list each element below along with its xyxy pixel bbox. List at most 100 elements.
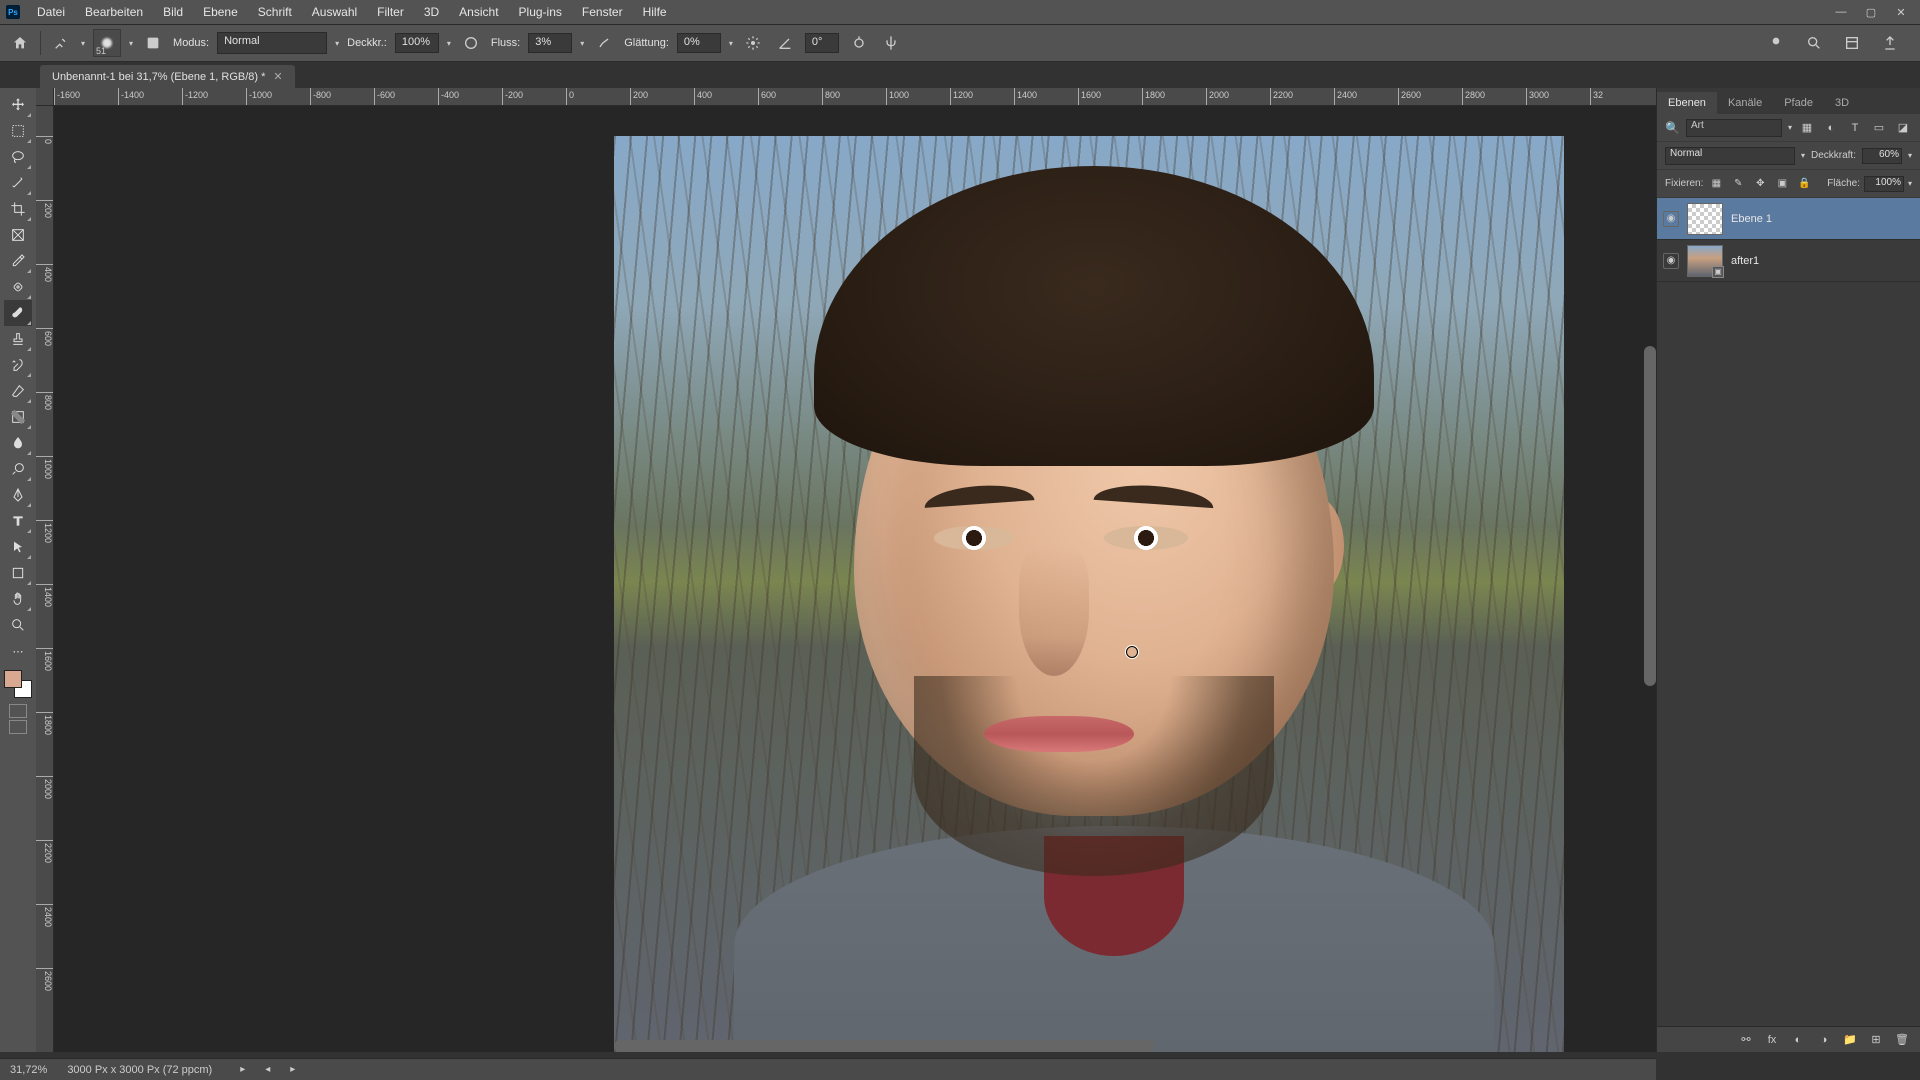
layer-name[interactable]: after1: [1731, 255, 1914, 267]
menu-window[interactable]: Fenster: [573, 2, 632, 22]
lock-pixels-icon[interactable]: ✎: [1729, 176, 1747, 192]
layer-mask-icon[interactable]: ◐: [1790, 1032, 1806, 1048]
menu-edit[interactable]: Bearbeiten: [76, 2, 152, 22]
eraser-tool[interactable]: [4, 378, 32, 404]
chevron-down-icon[interactable]: ▾: [1908, 179, 1912, 188]
menu-plugins[interactable]: Plug-ins: [510, 2, 571, 22]
menu-3d[interactable]: 3D: [415, 2, 448, 22]
share-icon[interactable]: [1878, 31, 1902, 55]
adjustment-layer-icon[interactable]: ◑: [1816, 1032, 1832, 1048]
status-nav-left-icon[interactable]: ◂: [265, 1064, 270, 1075]
move-tool[interactable]: [4, 92, 32, 118]
chevron-down-icon[interactable]: ▾: [580, 39, 584, 48]
dodge-tool[interactable]: [4, 456, 32, 482]
filter-smart-icon[interactable]: ◪: [1894, 119, 1912, 137]
search-icon[interactable]: 🔍: [1665, 121, 1680, 135]
vertical-scrollbar[interactable]: [1644, 346, 1656, 686]
path-select-tool[interactable]: [4, 534, 32, 560]
ruler-origin[interactable]: [36, 88, 54, 106]
shape-tool[interactable]: [4, 560, 32, 586]
blend-mode-select[interactable]: Normal: [1665, 147, 1795, 165]
close-button[interactable]: ✕: [1888, 3, 1914, 21]
tab-channels[interactable]: Kanäle: [1717, 92, 1773, 114]
layer-group-icon[interactable]: 📁: [1842, 1032, 1858, 1048]
tab-layers[interactable]: Ebenen: [1657, 92, 1717, 114]
lock-artboard-icon[interactable]: ▣: [1773, 176, 1791, 192]
visibility-toggle-icon[interactable]: ◉: [1663, 253, 1679, 269]
brush-preview[interactable]: 51: [93, 29, 121, 57]
lock-position-icon[interactable]: ✥: [1751, 176, 1769, 192]
blur-tool[interactable]: [4, 430, 32, 456]
link-layers-icon[interactable]: ⚯: [1738, 1032, 1754, 1048]
workspace-icon[interactable]: [1840, 31, 1864, 55]
gradient-tool[interactable]: [4, 404, 32, 430]
delete-layer-icon[interactable]: 🗑: [1894, 1032, 1910, 1048]
color-swatches[interactable]: [4, 670, 32, 698]
layer-row[interactable]: ◉ Ebene 1: [1657, 198, 1920, 240]
opacity-input[interactable]: 100%: [395, 33, 439, 53]
layer-filter-input[interactable]: Art: [1686, 119, 1782, 137]
marquee-tool[interactable]: [4, 118, 32, 144]
zoom-tool[interactable]: [4, 612, 32, 638]
menu-view[interactable]: Ansicht: [450, 2, 507, 22]
pressure-size-icon[interactable]: [847, 31, 871, 55]
chevron-down-icon[interactable]: ▾: [447, 39, 451, 48]
filter-adjust-icon[interactable]: ◐: [1822, 119, 1840, 137]
maximize-button[interactable]: ▢: [1858, 3, 1884, 21]
layer-thumbnail[interactable]: [1687, 203, 1723, 235]
crop-tool[interactable]: [4, 196, 32, 222]
search-icon[interactable]: [1802, 31, 1826, 55]
type-tool[interactable]: [4, 508, 32, 534]
stamp-tool[interactable]: [4, 326, 32, 352]
menu-select[interactable]: Auswahl: [303, 2, 366, 22]
zoom-level[interactable]: 31,72%: [10, 1064, 47, 1076]
status-flyout-icon[interactable]: ▸: [240, 1064, 245, 1075]
menu-image[interactable]: Bild: [154, 2, 192, 22]
visibility-toggle-icon[interactable]: ◉: [1663, 211, 1679, 227]
foreground-color-swatch[interactable]: [4, 670, 22, 688]
document-tab[interactable]: Unbenannt-1 bei 31,7% (Ebene 1, RGB/8) *…: [40, 65, 295, 88]
lasso-tool[interactable]: [4, 144, 32, 170]
healing-tool[interactable]: [4, 274, 32, 300]
symmetry-icon[interactable]: [879, 31, 903, 55]
canvas[interactable]: [54, 106, 1656, 1052]
brush-tool[interactable]: [4, 300, 32, 326]
horizontal-scrollbar[interactable]: [614, 1040, 1154, 1052]
flow-input[interactable]: 3%: [528, 33, 572, 53]
status-nav-right-icon[interactable]: ▸: [290, 1064, 295, 1075]
brush-panel-toggle-icon[interactable]: [141, 31, 165, 55]
layer-thumbnail[interactable]: ▣: [1687, 245, 1723, 277]
chevron-down-icon[interactable]: ▾: [129, 39, 133, 48]
tab-3d[interactable]: 3D: [1824, 92, 1860, 114]
filter-pixel-icon[interactable]: ▦: [1798, 119, 1816, 137]
menu-file[interactable]: Datei: [28, 2, 74, 22]
smoothing-input[interactable]: 0%: [677, 33, 721, 53]
chevron-down-icon[interactable]: ▾: [1788, 123, 1792, 132]
new-layer-icon[interactable]: ⊞: [1868, 1032, 1884, 1048]
filter-type-icon[interactable]: T: [1846, 119, 1864, 137]
menu-filter[interactable]: Filter: [368, 2, 413, 22]
menu-type[interactable]: Schrift: [249, 2, 301, 22]
minimize-button[interactable]: —: [1828, 3, 1854, 21]
close-tab-icon[interactable]: ✕: [273, 70, 282, 83]
chevron-down-icon[interactable]: ▾: [1801, 151, 1805, 160]
tool-preset-icon[interactable]: [49, 31, 73, 55]
eyedropper-tool[interactable]: [4, 248, 32, 274]
pressure-opacity-icon[interactable]: [459, 31, 483, 55]
layer-fx-icon[interactable]: fx: [1764, 1032, 1780, 1048]
wand-tool[interactable]: [4, 170, 32, 196]
chevron-down-icon[interactable]: ▾: [81, 39, 85, 48]
edit-toolbar[interactable]: ⋯: [4, 638, 32, 664]
smoothing-gear-icon[interactable]: [741, 31, 765, 55]
horizontal-ruler[interactable]: -1600-1400-1200-1000-800-600-400-2000200…: [54, 88, 1656, 106]
airbrush-icon[interactable]: [592, 31, 616, 55]
tab-paths[interactable]: Pfade: [1773, 92, 1824, 114]
quickmask-icon[interactable]: [9, 704, 27, 718]
blend-mode-select[interactable]: Normal: [217, 32, 327, 54]
chevron-down-icon[interactable]: ▾: [729, 39, 733, 48]
lock-all-icon[interactable]: 🔒: [1795, 176, 1813, 192]
layer-row[interactable]: ◉ ▣ after1: [1657, 240, 1920, 282]
lock-transparent-icon[interactable]: ▦: [1707, 176, 1725, 192]
screenmode-icon[interactable]: [9, 720, 27, 734]
layer-name[interactable]: Ebene 1: [1731, 213, 1914, 225]
